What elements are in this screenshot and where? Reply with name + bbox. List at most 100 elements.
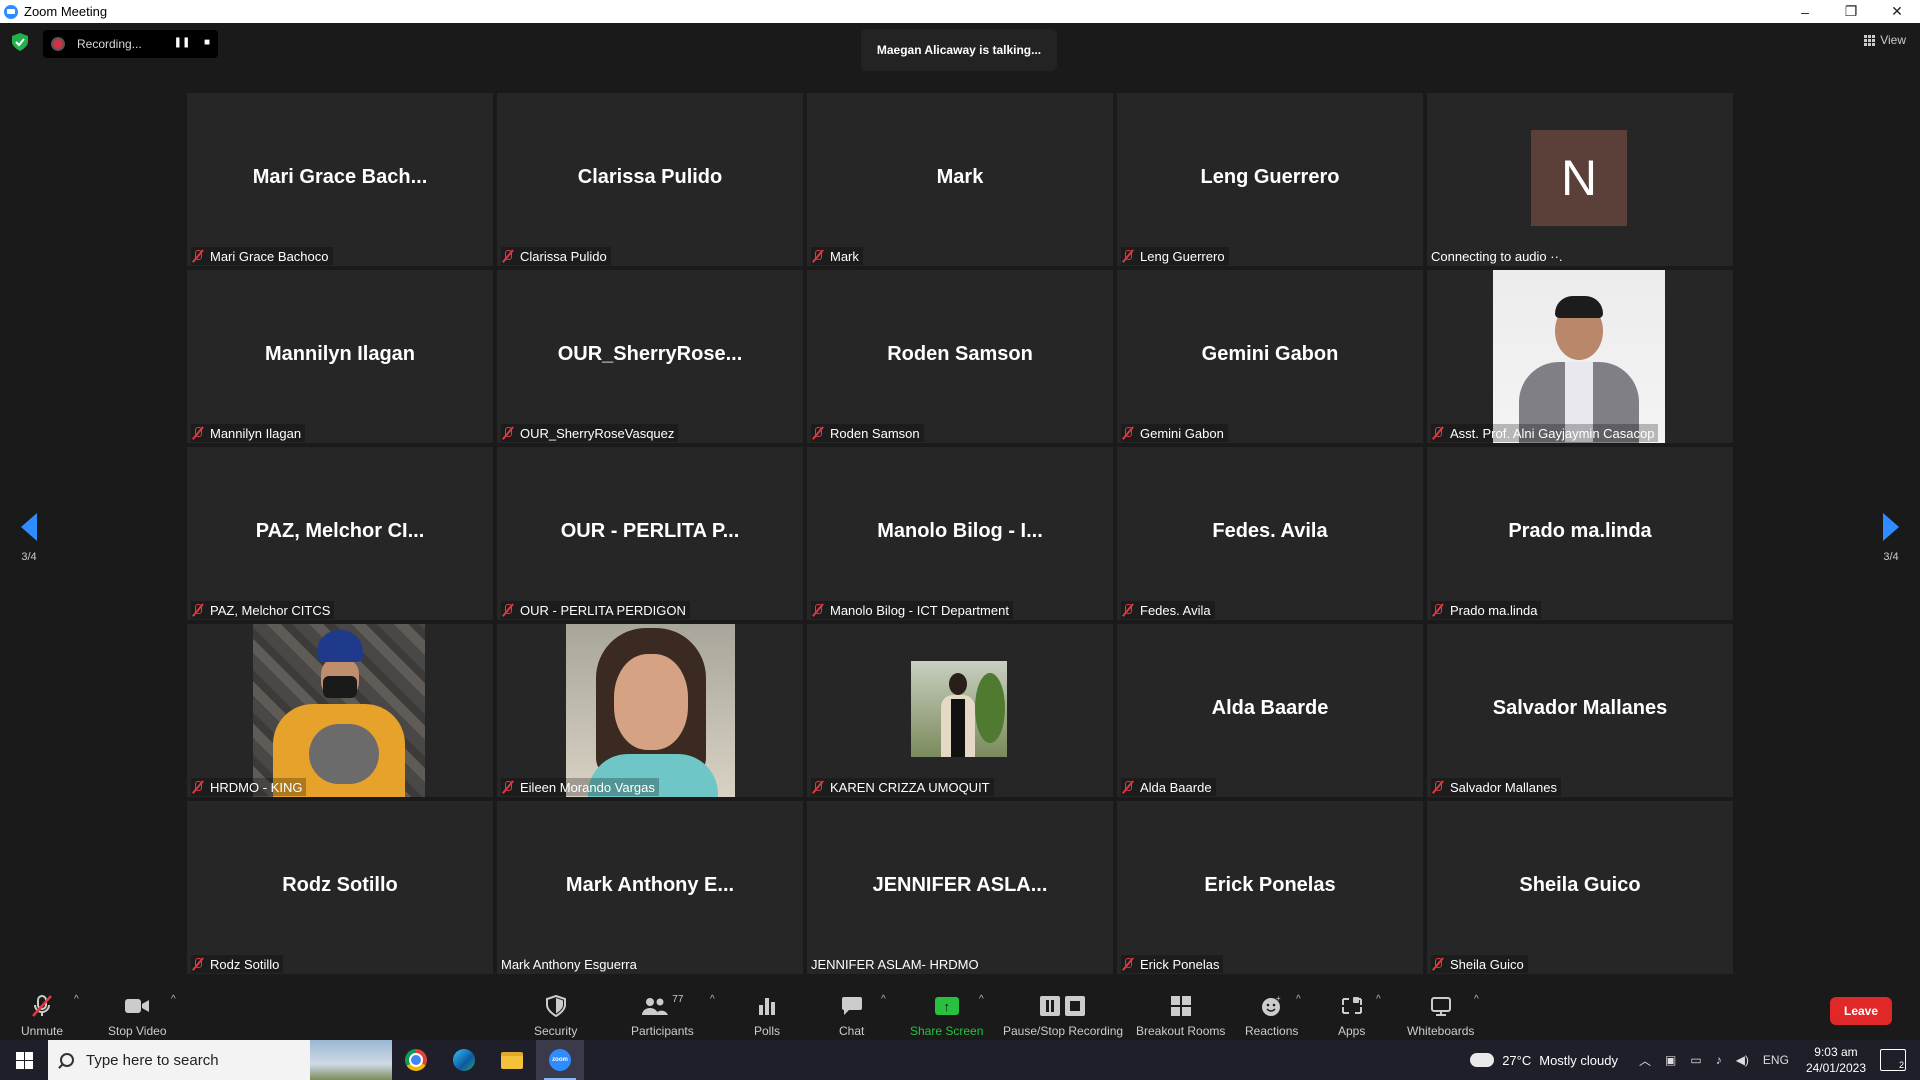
- participant-tile[interactable]: Mark Mark: [807, 93, 1113, 266]
- mic-muted-icon: [191, 603, 205, 617]
- chrome-taskbar-button[interactable]: [392, 1040, 440, 1080]
- whiteboards-options-caret[interactable]: ^: [1474, 994, 1479, 1005]
- page-indicator-right: 3/4: [1883, 551, 1899, 563]
- breakout-rooms-button[interactable]: Breakout Rooms: [1136, 994, 1225, 1038]
- participants-label: Participants: [631, 1024, 694, 1038]
- share-screen-button[interactable]: ↑ Share Screen: [910, 994, 983, 1038]
- reactions-options-caret[interactable]: ^: [1296, 994, 1301, 1005]
- grid-view-icon: [1864, 34, 1876, 46]
- weather-text[interactable]: Mostly cloudy: [1539, 1053, 1618, 1068]
- taskbar-clock[interactable]: 9:03 am 24/01/2023: [1806, 1044, 1866, 1076]
- participant-name-display: JENNIFER ASLA...: [872, 874, 1048, 896]
- next-page-button[interactable]: 3/4: [1871, 513, 1911, 563]
- participant-video: [1493, 270, 1665, 443]
- previous-page-button[interactable]: 3/4: [9, 513, 49, 563]
- weather-temp[interactable]: 27°C: [1502, 1053, 1531, 1068]
- network-icon[interactable]: ▭: [1690, 1053, 1701, 1067]
- participants-button[interactable]: 77 Participants: [631, 994, 694, 1038]
- camera-icon[interactable]: ▣: [1665, 1053, 1676, 1067]
- stop-video-button[interactable]: Stop Video: [108, 994, 167, 1038]
- breakout-rooms-label: Breakout Rooms: [1136, 1024, 1226, 1038]
- taskbar-search-input[interactable]: Type here to search: [48, 1040, 392, 1080]
- minimize-button[interactable]: –: [1782, 0, 1828, 23]
- participant-label-text: Eileen Morando Vargas: [520, 779, 655, 795]
- edge-icon: [453, 1049, 475, 1071]
- share-options-caret[interactable]: ^: [979, 994, 984, 1005]
- search-icon: [60, 1053, 74, 1067]
- security-label: Security: [534, 1024, 578, 1038]
- edge-taskbar-button[interactable]: [440, 1040, 488, 1080]
- participant-tile[interactable]: OUR - PERLITA P... OUR - PERLITA PERDIGO…: [497, 447, 803, 620]
- mic-muted-icon: [1431, 780, 1445, 794]
- participant-tile[interactable]: Eileen Morando Vargas: [497, 624, 803, 797]
- zoom-taskbar-button[interactable]: zoom: [536, 1040, 584, 1080]
- participant-tile[interactable]: Salvador Mallanes Salvador Mallanes: [1427, 624, 1733, 797]
- participant-tile[interactable]: Rodz Sotillo Rodz Sotillo: [187, 801, 493, 974]
- restore-button[interactable]: ❐: [1828, 0, 1874, 23]
- participant-tile[interactable]: Leng Guerrero Leng Guerrero: [1117, 93, 1423, 266]
- participant-tile[interactable]: Gemini Gabon Gemini Gabon: [1117, 270, 1423, 443]
- participant-name-display: Gemini Gabon: [1201, 343, 1339, 365]
- polls-button[interactable]: Polls: [754, 994, 780, 1038]
- chat-button[interactable]: Chat: [839, 994, 864, 1038]
- participant-tile[interactable]: Sheila Guico Sheila Guico: [1427, 801, 1733, 974]
- avatar: [911, 661, 1007, 757]
- participant-tile[interactable]: Mannilyn Ilagan Mannilyn Ilagan: [187, 270, 493, 443]
- participant-tile[interactable]: Clarissa Pulido Clarissa Pulido: [497, 93, 803, 266]
- participant-tile[interactable]: Asst. Prof. Alni Gayjaymin Casacop: [1427, 270, 1733, 443]
- participant-tile[interactable]: Manolo Bilog - I... Manolo Bilog - ICT D…: [807, 447, 1113, 620]
- start-button[interactable]: [0, 1040, 48, 1080]
- participant-tile[interactable]: Alda Baarde Alda Baarde: [1117, 624, 1423, 797]
- chrome-icon: [405, 1049, 427, 1071]
- apps-options-caret[interactable]: ^: [1376, 994, 1381, 1005]
- file-explorer-taskbar-button[interactable]: [488, 1040, 536, 1080]
- participant-tile[interactable]: Prado ma.linda Prado ma.linda: [1427, 447, 1733, 620]
- participant-label-text: Manolo Bilog - ICT Department: [830, 602, 1009, 618]
- pause-recording-icon[interactable]: ❚❚: [173, 37, 191, 48]
- participant-tile[interactable]: PAZ, Melchor CI... PAZ, Melchor CITCS: [187, 447, 493, 620]
- notification-center-icon[interactable]: 2: [1880, 1049, 1906, 1071]
- participant-label: PAZ, Melchor CITCS: [191, 601, 335, 619]
- security-button[interactable]: Security: [534, 994, 577, 1038]
- chat-options-caret[interactable]: ^: [881, 994, 886, 1005]
- window-title: Zoom Meeting: [24, 4, 108, 19]
- audio-options-caret[interactable]: ^: [74, 994, 79, 1005]
- participant-label-text: Gemini Gabon: [1140, 425, 1224, 441]
- whiteboards-button[interactable]: Whiteboards: [1407, 994, 1474, 1038]
- view-button[interactable]: View: [1864, 33, 1906, 47]
- reactions-button[interactable]: + Reactions: [1245, 994, 1298, 1038]
- shield-icon[interactable]: [12, 33, 28, 51]
- volume-icon[interactable]: ◀): [1736, 1053, 1749, 1067]
- participant-label: Salvador Mallanes: [1431, 778, 1561, 796]
- participant-name-display: OUR - PERLITA P...: [560, 520, 740, 542]
- participant-tile[interactable]: Erick Ponelas Erick Ponelas: [1117, 801, 1423, 974]
- chevron-up-icon[interactable]: ︿: [1639, 1052, 1651, 1069]
- participant-tile[interactable]: Mari Grace Bach... Mari Grace Bachoco: [187, 93, 493, 266]
- participant-tile[interactable]: N Connecting to audio ··.: [1427, 93, 1733, 266]
- participant-tile[interactable]: Fedes. Avila Fedes. Avila: [1117, 447, 1423, 620]
- pause-stop-recording-label: Pause/Stop Recording: [1003, 1024, 1124, 1038]
- participant-label: OUR - PERLITA PERDIGON: [501, 601, 690, 619]
- mic-muted-icon: [811, 603, 825, 617]
- unmute-button[interactable]: Unmute: [21, 994, 63, 1038]
- language-indicator[interactable]: ENG: [1763, 1053, 1789, 1067]
- close-button[interactable]: ✕: [1874, 0, 1920, 23]
- participant-tile[interactable]: HRDMO - KING: [187, 624, 493, 797]
- apps-button[interactable]: Apps: [1338, 994, 1365, 1038]
- participant-tile[interactable]: Roden Samson Roden Samson: [807, 270, 1113, 443]
- chat-label: Chat: [839, 1024, 865, 1038]
- participants-options-caret[interactable]: ^: [710, 994, 715, 1005]
- stop-recording-icon[interactable]: ■: [198, 37, 216, 48]
- pause-stop-recording-button[interactable]: Pause/Stop Recording: [1003, 994, 1123, 1038]
- leave-button[interactable]: Leave: [1830, 997, 1892, 1025]
- video-options-caret[interactable]: ^: [171, 994, 176, 1005]
- microphone-icon[interactable]: ♪: [1716, 1053, 1722, 1067]
- participant-tile[interactable]: OUR_SherryRose... OUR_SherryRoseVasquez: [497, 270, 803, 443]
- arrow-right-icon: [1883, 513, 1899, 541]
- participant-label-text: Leng Guerrero: [1140, 248, 1225, 264]
- participant-tile[interactable]: KAREN CRIZZA UMOQUIT: [807, 624, 1113, 797]
- participant-label: Rodz Sotillo: [191, 955, 284, 973]
- participant-tile[interactable]: JENNIFER ASLA... JENNIFER ASLAM- HRDMO: [807, 801, 1113, 974]
- participant-tile[interactable]: Mark Anthony E... Mark Anthony Esguerra: [497, 801, 803, 974]
- clock-date: 24/01/2023: [1805, 1061, 1866, 1075]
